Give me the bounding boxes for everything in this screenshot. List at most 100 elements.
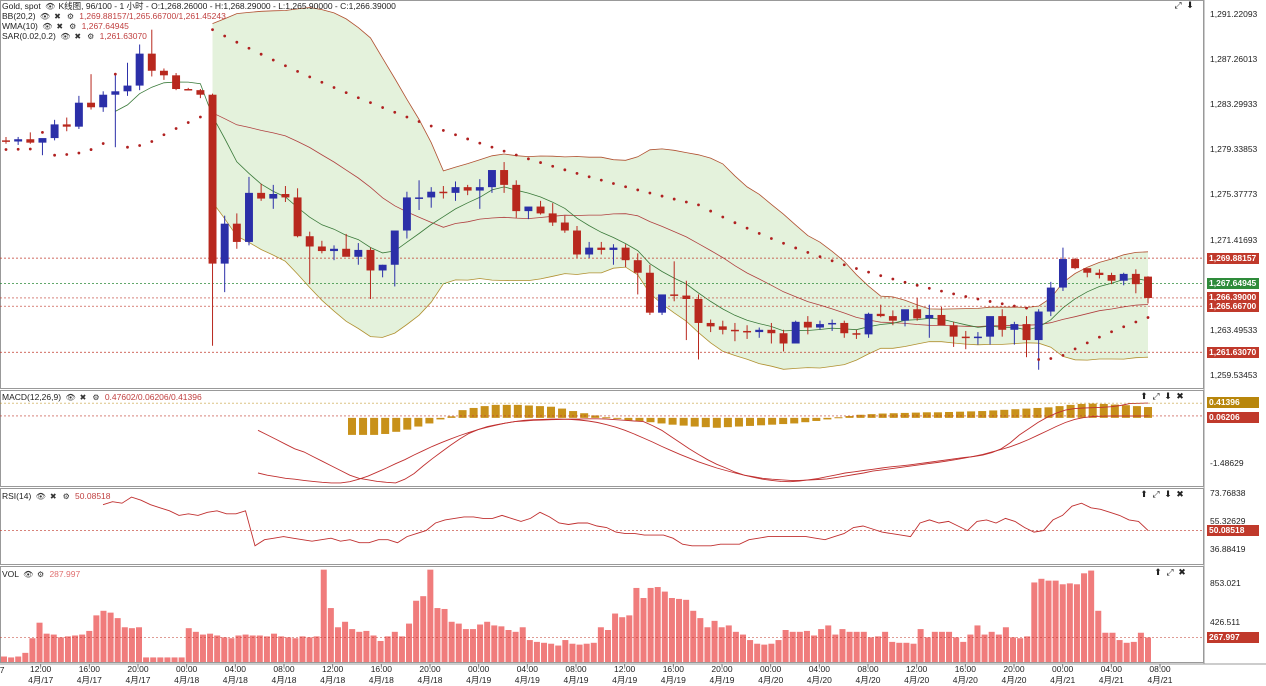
volume-bar [796, 631, 803, 662]
indicator-values: 287.997 [49, 569, 81, 579]
volume-bar [420, 596, 427, 662]
volume-bar [505, 630, 512, 662]
gear-icon[interactable]: ⚙ [62, 492, 71, 502]
close-icon[interactable]: ✖ [49, 492, 58, 502]
macd-histogram-bar [922, 412, 931, 418]
candle-body [269, 194, 278, 199]
time-axis-tick: 20:00 4月/20 [994, 664, 1034, 686]
time-axis-tick: 16:00 4月/20 [945, 664, 985, 686]
sar-dot [1110, 330, 1113, 334]
candle-body [1095, 272, 1104, 276]
volume-bar [1045, 580, 1052, 662]
arrow-down-icon[interactable]: ⬇ [1162, 391, 1174, 402]
candle-body [99, 94, 108, 108]
sar-dot [198, 115, 202, 119]
expand-icon[interactable]: ⤢ [1164, 567, 1176, 578]
candle-body [1046, 287, 1055, 312]
volume-bar [278, 636, 285, 662]
expand-icon[interactable]: ⤢ [1150, 391, 1162, 402]
candle-body [257, 192, 266, 199]
expand-icon[interactable]: ⤢ [1150, 489, 1162, 500]
time-label: 20:00 [711, 664, 733, 674]
sar-dot [89, 148, 93, 151]
macd-histogram-bar [403, 417, 412, 430]
close-icon[interactable]: ✖ [78, 393, 87, 403]
indicator-name: SAR(0.02,0.2) [2, 31, 56, 41]
sar-dot [806, 251, 810, 254]
sar-dot [697, 203, 700, 207]
candle-body [548, 213, 557, 223]
close-icon[interactable]: ✖ [1174, 489, 1186, 500]
macd-histogram-bar [757, 417, 766, 426]
sar-dot [77, 151, 81, 155]
candle-body [791, 321, 800, 344]
time-axis-tick: 04:00 4月/21 [1091, 664, 1131, 686]
volume-bar [86, 630, 93, 662]
sar-dot [964, 295, 968, 298]
volume-bar [448, 621, 455, 662]
arrow-up-icon[interactable]: ⬆ [1138, 391, 1150, 402]
eye-icon[interactable]: 👁 [65, 393, 75, 403]
macd-histogram-bar [801, 417, 810, 423]
eye-icon[interactable]: 👁 [23, 570, 33, 580]
date-label: 4月/18 [271, 675, 297, 685]
macd-histogram-bar [734, 417, 743, 427]
volume-bar [427, 569, 434, 662]
arrow-down-icon[interactable]: ⬇ [1162, 489, 1174, 500]
candle-body [1119, 273, 1128, 281]
macd-histogram-bar [425, 417, 434, 424]
candle-body [2, 140, 10, 142]
candle-body [1034, 311, 1043, 341]
arrow-up-icon[interactable]: ⬆ [1138, 489, 1150, 500]
arrow-down-icon[interactable]: ⬇ [1184, 0, 1196, 11]
candle-body [730, 329, 739, 332]
volume-bar [29, 638, 36, 662]
volume-bar [477, 624, 484, 662]
date-label: 4月/20 [806, 675, 832, 685]
sar-dot [927, 286, 931, 290]
date-label: 4月/17 [28, 675, 54, 685]
eye-icon[interactable]: 👁 [36, 492, 46, 502]
close-icon[interactable]: ✖ [73, 32, 82, 42]
macd-histogram-bar [779, 417, 788, 425]
volume-bar [533, 641, 540, 662]
expand-icon[interactable]: ⤢ [1172, 0, 1184, 11]
gear-icon[interactable]: ⚙ [86, 32, 95, 42]
candle-body [645, 272, 654, 313]
volume-bar [739, 634, 746, 662]
volume-bar [569, 643, 576, 662]
macd-histogram-bar [889, 413, 898, 418]
sar-dot [539, 161, 542, 164]
time-label: 08:00 [1149, 664, 1171, 674]
close-icon[interactable]: ✖ [1174, 391, 1186, 402]
sar-dot [441, 129, 445, 132]
volume-bar [668, 598, 675, 662]
sar-dot [16, 147, 20, 151]
date-label: 4月/20 [758, 675, 784, 685]
volume-bar [1059, 584, 1066, 662]
arrow-up-icon[interactable]: ⬆ [1152, 567, 1164, 578]
macd-histogram-bar [834, 417, 843, 419]
volume-bar [818, 629, 825, 662]
sar-dot [1037, 358, 1041, 361]
candle-body [487, 170, 496, 188]
sar-dot [976, 297, 980, 301]
volume-bar [967, 634, 974, 662]
date-label: 4月/17 [125, 675, 151, 685]
gear-icon[interactable]: ⚙ [36, 570, 45, 580]
volume-bar [1038, 578, 1045, 662]
sar-dot [599, 178, 603, 182]
candle-body [463, 187, 472, 191]
date-label: 4月/21 [1147, 675, 1173, 685]
volume-bar [1102, 632, 1109, 662]
volume-bar [526, 640, 533, 662]
macd-histogram-bar [370, 417, 379, 435]
candle-body [135, 53, 144, 86]
sar-dot [126, 145, 129, 149]
candle-body [864, 313, 873, 335]
gear-icon[interactable]: ⚙ [91, 393, 100, 403]
macd-histogram-bar [989, 410, 998, 418]
eye-icon[interactable]: 👁 [60, 32, 70, 42]
indicator-name: MACD(12,26,9) [2, 392, 62, 402]
close-icon[interactable]: ✖ [1176, 567, 1188, 578]
